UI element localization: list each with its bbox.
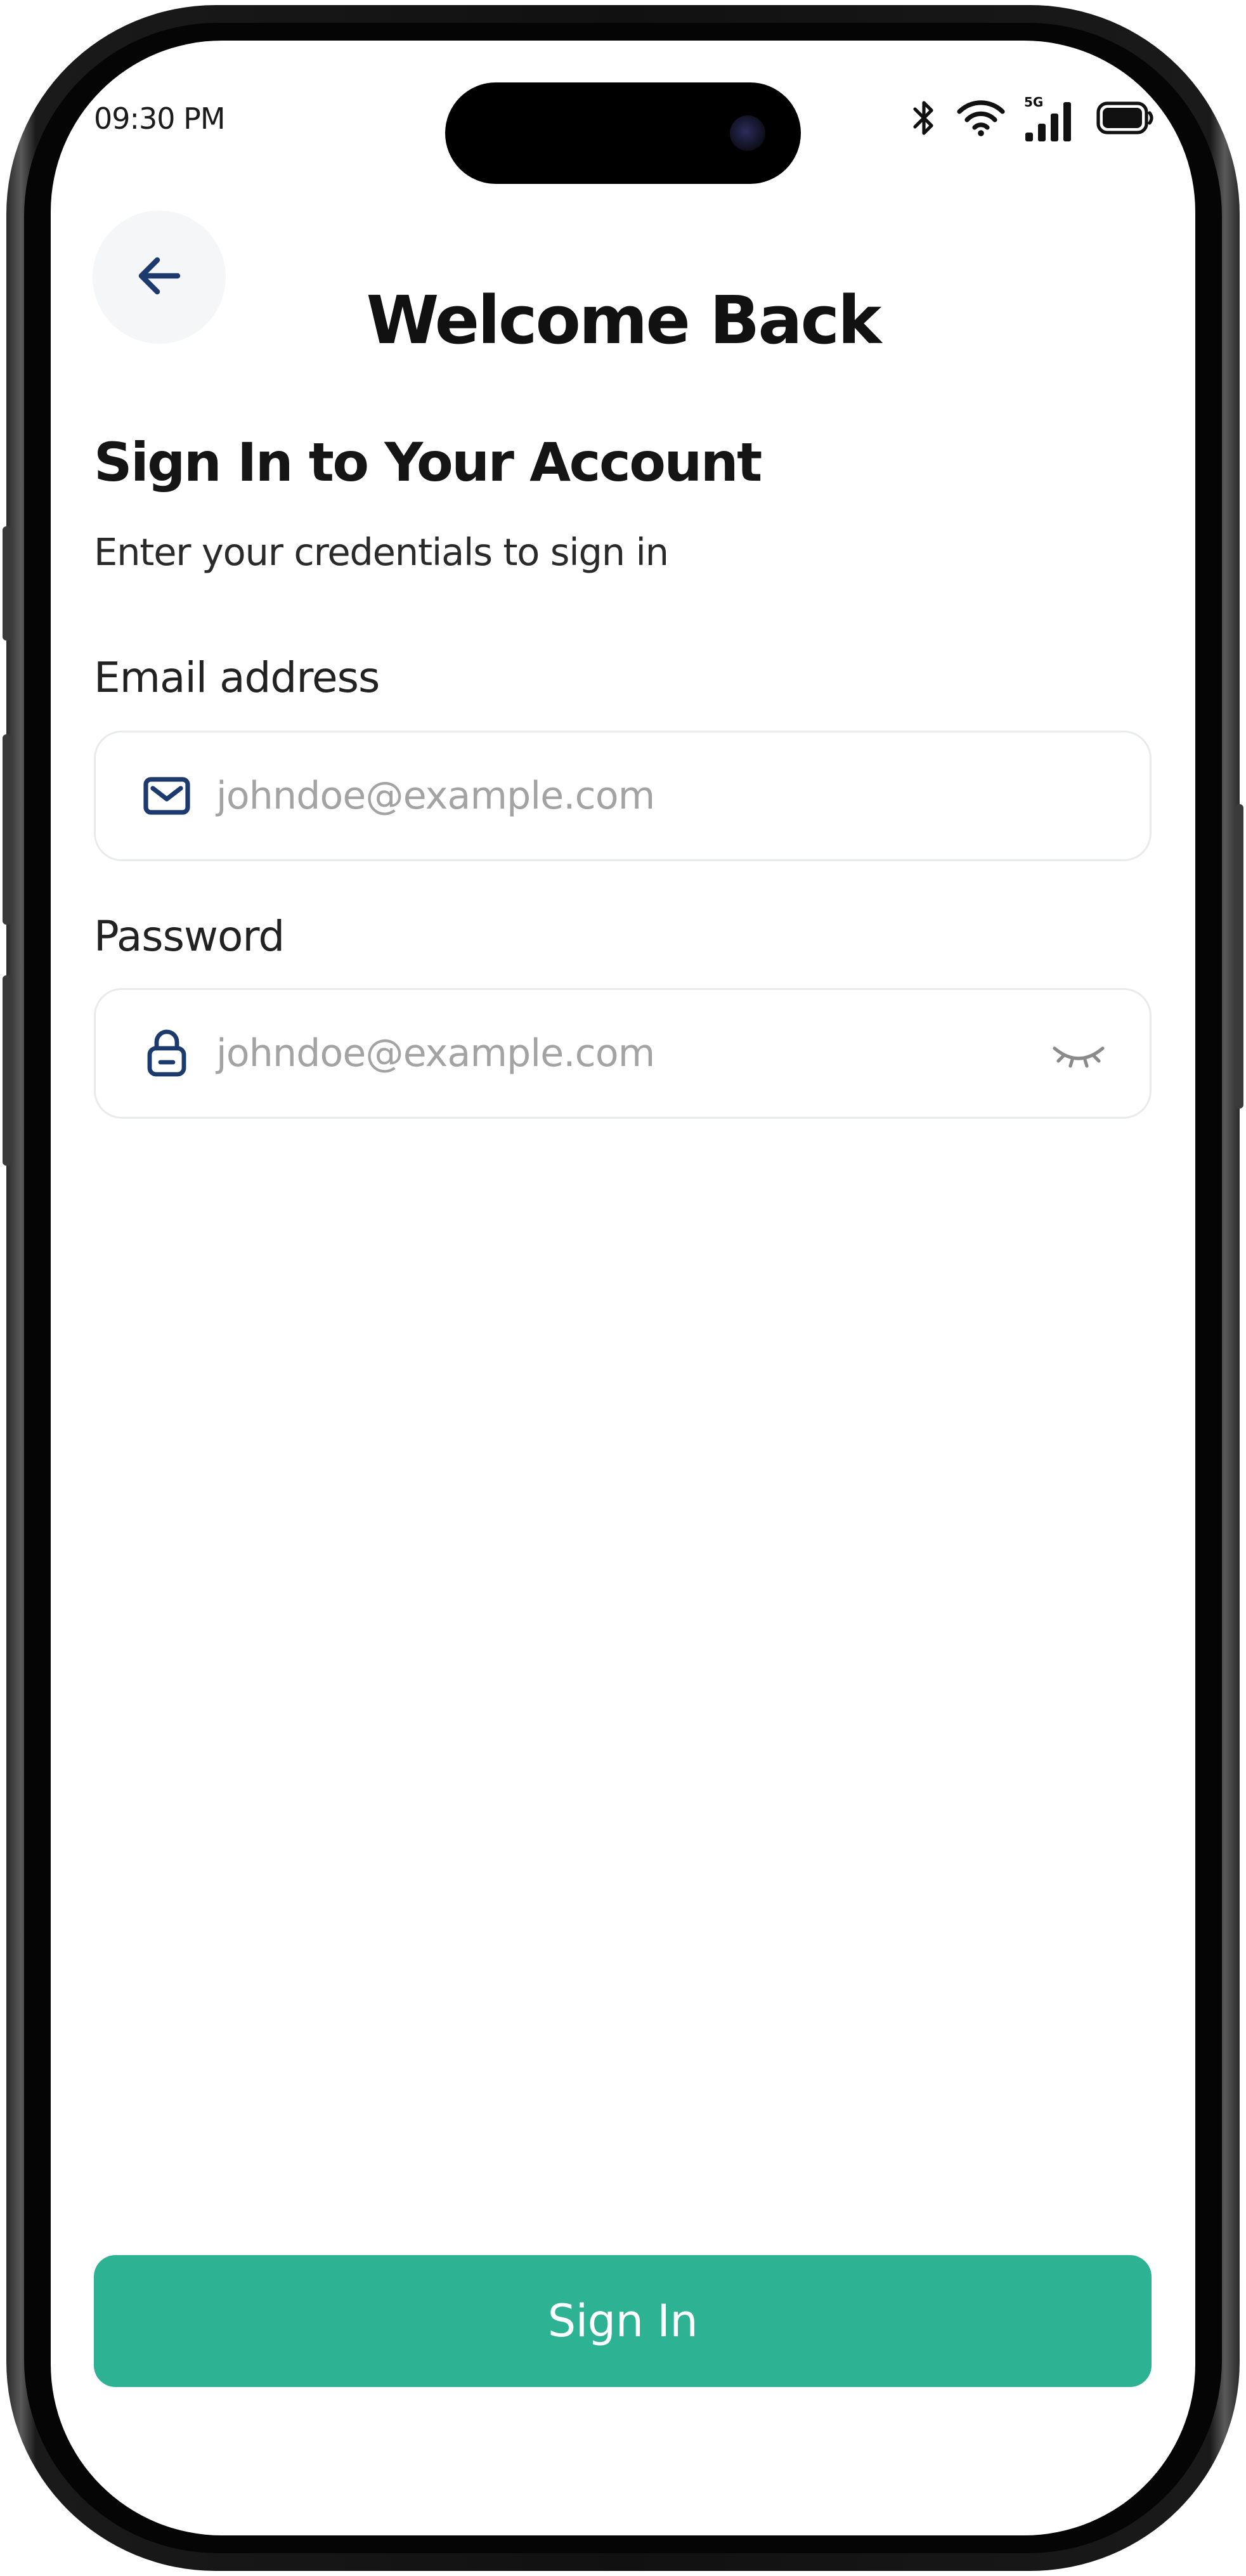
status-time: 09:30 PM: [94, 101, 226, 136]
password-placeholder: johndoe@example.com: [216, 1031, 655, 1076]
password-label: Password: [94, 912, 285, 961]
email-label: Email address: [94, 653, 380, 702]
power-button: [1235, 804, 1243, 1109]
cellular-signal-icon: 5G: [1024, 94, 1077, 141]
battery-icon: [1096, 101, 1155, 137]
volume-down-button: [3, 975, 11, 1166]
wifi-icon: [957, 99, 1005, 140]
eye-closed-icon[interactable]: [1049, 1036, 1108, 1074]
email-placeholder: johndoe@example.com: [216, 774, 655, 818]
envelope-icon: [141, 771, 192, 821]
bluetooth-icon: [910, 98, 938, 141]
password-field[interactable]: johndoe@example.com: [94, 988, 1152, 1119]
dynamic-island: [445, 82, 801, 184]
page-title: Welcome Back: [366, 282, 882, 359]
volume-up-button: [3, 734, 11, 925]
form-heading: Sign In to Your Account: [94, 431, 762, 493]
sign-in-button[interactable]: Sign In: [94, 2255, 1152, 2387]
camera-icon: [730, 115, 765, 151]
email-field[interactable]: johndoe@example.com: [94, 731, 1152, 861]
status-icons: 5G: [910, 94, 1155, 145]
screen: 09:30 PM 5G Welcome Back Sign In to Your…: [51, 41, 1195, 2535]
form-subheading: Enter your credentials to sign in: [94, 530, 669, 574]
lock-icon: [141, 1028, 192, 1079]
action-button: [3, 526, 11, 641]
